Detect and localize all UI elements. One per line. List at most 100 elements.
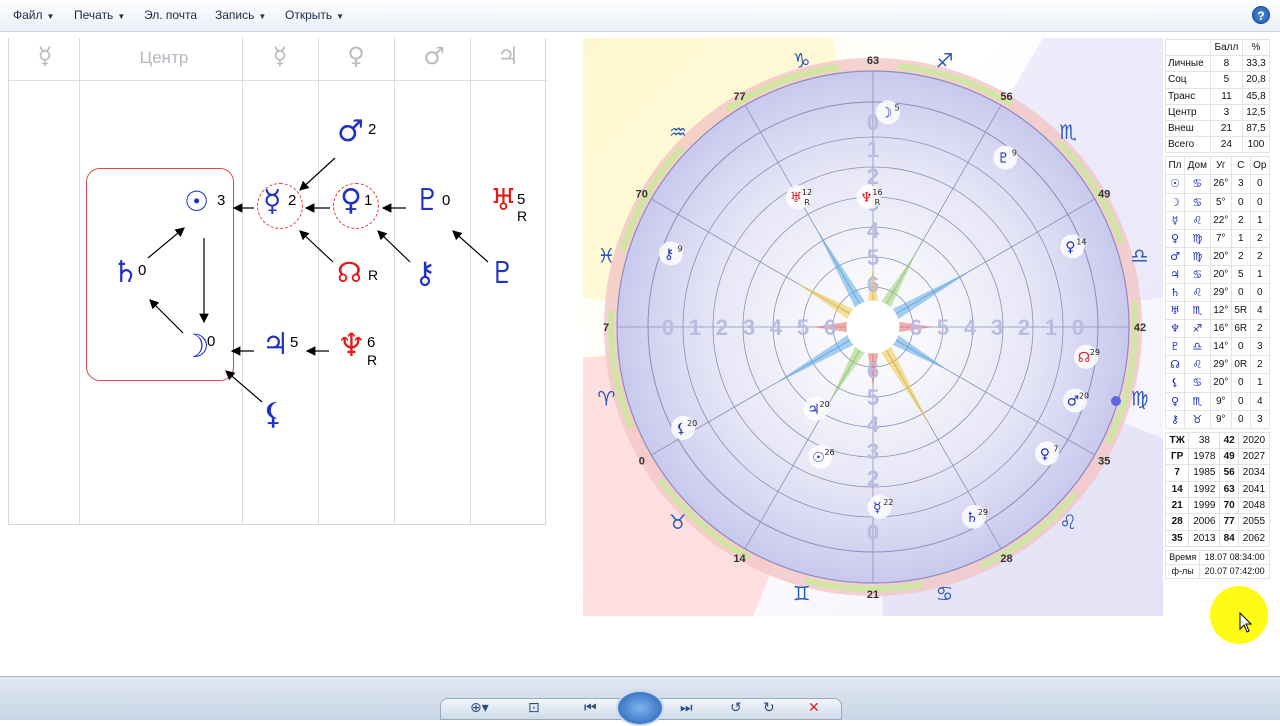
zodiac-sign-label: ♐	[935, 48, 953, 72]
axis-scale-number: 4	[867, 412, 880, 437]
planet-row-cell: 1	[1249, 373, 1271, 393]
score-row: Личные 8 33,3	[1165, 55, 1271, 73]
years-row-cell: 49	[1219, 448, 1239, 466]
score-row-cell: 45,8	[1241, 87, 1271, 105]
years-row-cell: 1992	[1188, 480, 1221, 498]
planet-row-cell: ♌	[1184, 282, 1211, 303]
planet-row-cell: ♆	[1165, 319, 1185, 339]
planet-header-cell: Уг	[1209, 156, 1232, 176]
planet-row-cell: ♌	[1184, 210, 1211, 230]
planet-row-cell: ♐	[1184, 319, 1211, 339]
time-row-cell: 18.07 08:34:00	[1199, 549, 1270, 565]
planet-row-cell: 7°	[1209, 228, 1232, 248]
wheel-planet-glyph: ♆	[860, 190, 873, 206]
score-header-row: Балл %	[1165, 38, 1271, 57]
planet-row-cell: 22°	[1209, 210, 1232, 230]
time-row-cell: 20.07 07:42:00	[1199, 563, 1270, 579]
axis-scale-number: 1	[867, 137, 879, 162]
planet-row-cell: 1	[1249, 264, 1271, 284]
planet-row-cell: 0	[1230, 282, 1251, 303]
wheel-planet-glyph: ♄	[966, 510, 979, 526]
planet-row-cell: 5	[1230, 264, 1251, 284]
planet-row-cell: ♋	[1184, 373, 1211, 393]
planet-row-cell: 2	[1230, 210, 1251, 230]
zodiac-sign-label: ♏	[1059, 120, 1077, 144]
zoom-icon[interactable]: ⊕▾	[470, 700, 489, 716]
planet-row: ♆ ♐ 16° 6R 2	[1165, 319, 1271, 339]
planet-row-cell: 5°	[1209, 192, 1232, 212]
years-row-cell: 77	[1219, 513, 1239, 531]
axis-scale-number: 1	[1045, 315, 1057, 340]
years-row-cell: 7	[1164, 464, 1190, 482]
age-ring-number: 42	[1134, 322, 1146, 334]
planet-row-cell: 1	[1230, 228, 1251, 248]
axis-scale-number: 4	[964, 315, 977, 340]
wheel-planet-degree: 16	[872, 188, 882, 197]
planet-row-cell: 4	[1249, 301, 1271, 321]
delete-icon[interactable]: ✕	[808, 700, 820, 716]
score-header-cell	[1165, 38, 1211, 57]
wheel-planet-degree: 14	[1076, 237, 1086, 246]
planet-row-cell: ⚸	[1165, 373, 1185, 393]
planet-row-cell: ☉	[1165, 174, 1185, 194]
age-ring-number: 49	[1098, 189, 1110, 201]
years-row: 14 1992 63 2041	[1164, 480, 1271, 498]
previous-icon[interactable]: ⏮	[584, 700, 597, 716]
axis-scale-number: 2	[716, 315, 728, 340]
axis-scale-number: 6	[910, 315, 922, 340]
slideshow-button[interactable]	[616, 690, 664, 726]
natal-chart-wheel[interactable]: ♐♏♎♍♌♋♊♉♈♓♒♑ 6356494235282114077077 0123…	[583, 38, 1163, 616]
planet-row: ♀ ♍ 7° 1 2	[1165, 228, 1271, 248]
years-row-cell: 2048	[1237, 496, 1271, 515]
zodiac-sign-label: ♌	[1059, 510, 1077, 534]
rotate-left-icon[interactable]: ↺	[730, 700, 742, 716]
years-row-cell: 21	[1164, 496, 1190, 515]
score-row-cell: Соц	[1165, 71, 1211, 89]
planet-row-cell: 9°	[1209, 391, 1232, 411]
wheel-planet-degree: 20	[820, 400, 830, 409]
planet-row-cell: 6R	[1230, 319, 1251, 339]
age-ring-number: 21	[867, 589, 879, 601]
next-icon[interactable]: ⏭	[680, 700, 693, 716]
time-row: Время 18.07 08:34:00	[1164, 549, 1270, 565]
wheel-planet-glyph: ♃	[807, 402, 820, 418]
wheel-marker-dot[interactable]	[1111, 396, 1121, 406]
axis-scale-number: 3	[743, 315, 755, 340]
wheel-planet-degree: 9	[1012, 149, 1017, 158]
years-row-cell: 14	[1164, 480, 1190, 498]
score-row-cell: 8	[1210, 55, 1243, 73]
wheel-planet-retro: R	[804, 198, 810, 207]
years-row: 28 2006 77 2055	[1164, 513, 1271, 531]
years-row-cell: 2006	[1188, 513, 1221, 531]
planet-row-cell: ♋	[1184, 174, 1211, 194]
years-row-cell: 1978	[1188, 448, 1221, 466]
wheel-planet-glyph: ⚷	[664, 246, 674, 262]
planet-row-cell: 0	[1249, 174, 1271, 194]
years-row-cell: 56	[1219, 464, 1239, 482]
age-ring-number: 77	[733, 91, 745, 103]
years-row: 7 1985 56 2034	[1164, 464, 1271, 482]
planet-row-cell: ☿	[1165, 210, 1185, 230]
planet-row-cell: 2	[1249, 246, 1271, 266]
wheel-planet-glyph: ♀	[1065, 239, 1075, 255]
help-icon[interactable]: ?	[1252, 6, 1270, 24]
axis-scale-number: 5	[867, 245, 879, 270]
axis-scale-number: 0	[662, 315, 674, 340]
axis-scale-number: 3	[991, 315, 1003, 340]
planet-row-cell: ♍	[1184, 228, 1211, 248]
axis-scale-number: 5	[867, 385, 879, 410]
wheel-planet-degree: 7	[1053, 444, 1058, 453]
planet-row-cell: 16°	[1209, 319, 1232, 339]
age-ring-number: 28	[1000, 553, 1012, 565]
planet-row-cell: ♀	[1165, 391, 1185, 411]
time-row-cell: ф-лы	[1164, 563, 1201, 579]
stats-panel: Балл % Личные 8 33,3 Соц 5 20,8 Транс 11 45,8 Цен…	[1164, 38, 1271, 579]
axis-scale-number: 3	[867, 439, 879, 464]
score-row-cell: 33,3	[1241, 55, 1271, 73]
score-row-cell: Транс	[1165, 87, 1211, 105]
age-ring-number: 14	[733, 553, 746, 565]
rotate-right-icon[interactable]: ↻	[763, 700, 775, 716]
planet-row-cell: 0	[1249, 192, 1271, 212]
fit-window-icon[interactable]: ⊡	[528, 700, 540, 716]
years-row-cell: 42	[1219, 431, 1239, 450]
